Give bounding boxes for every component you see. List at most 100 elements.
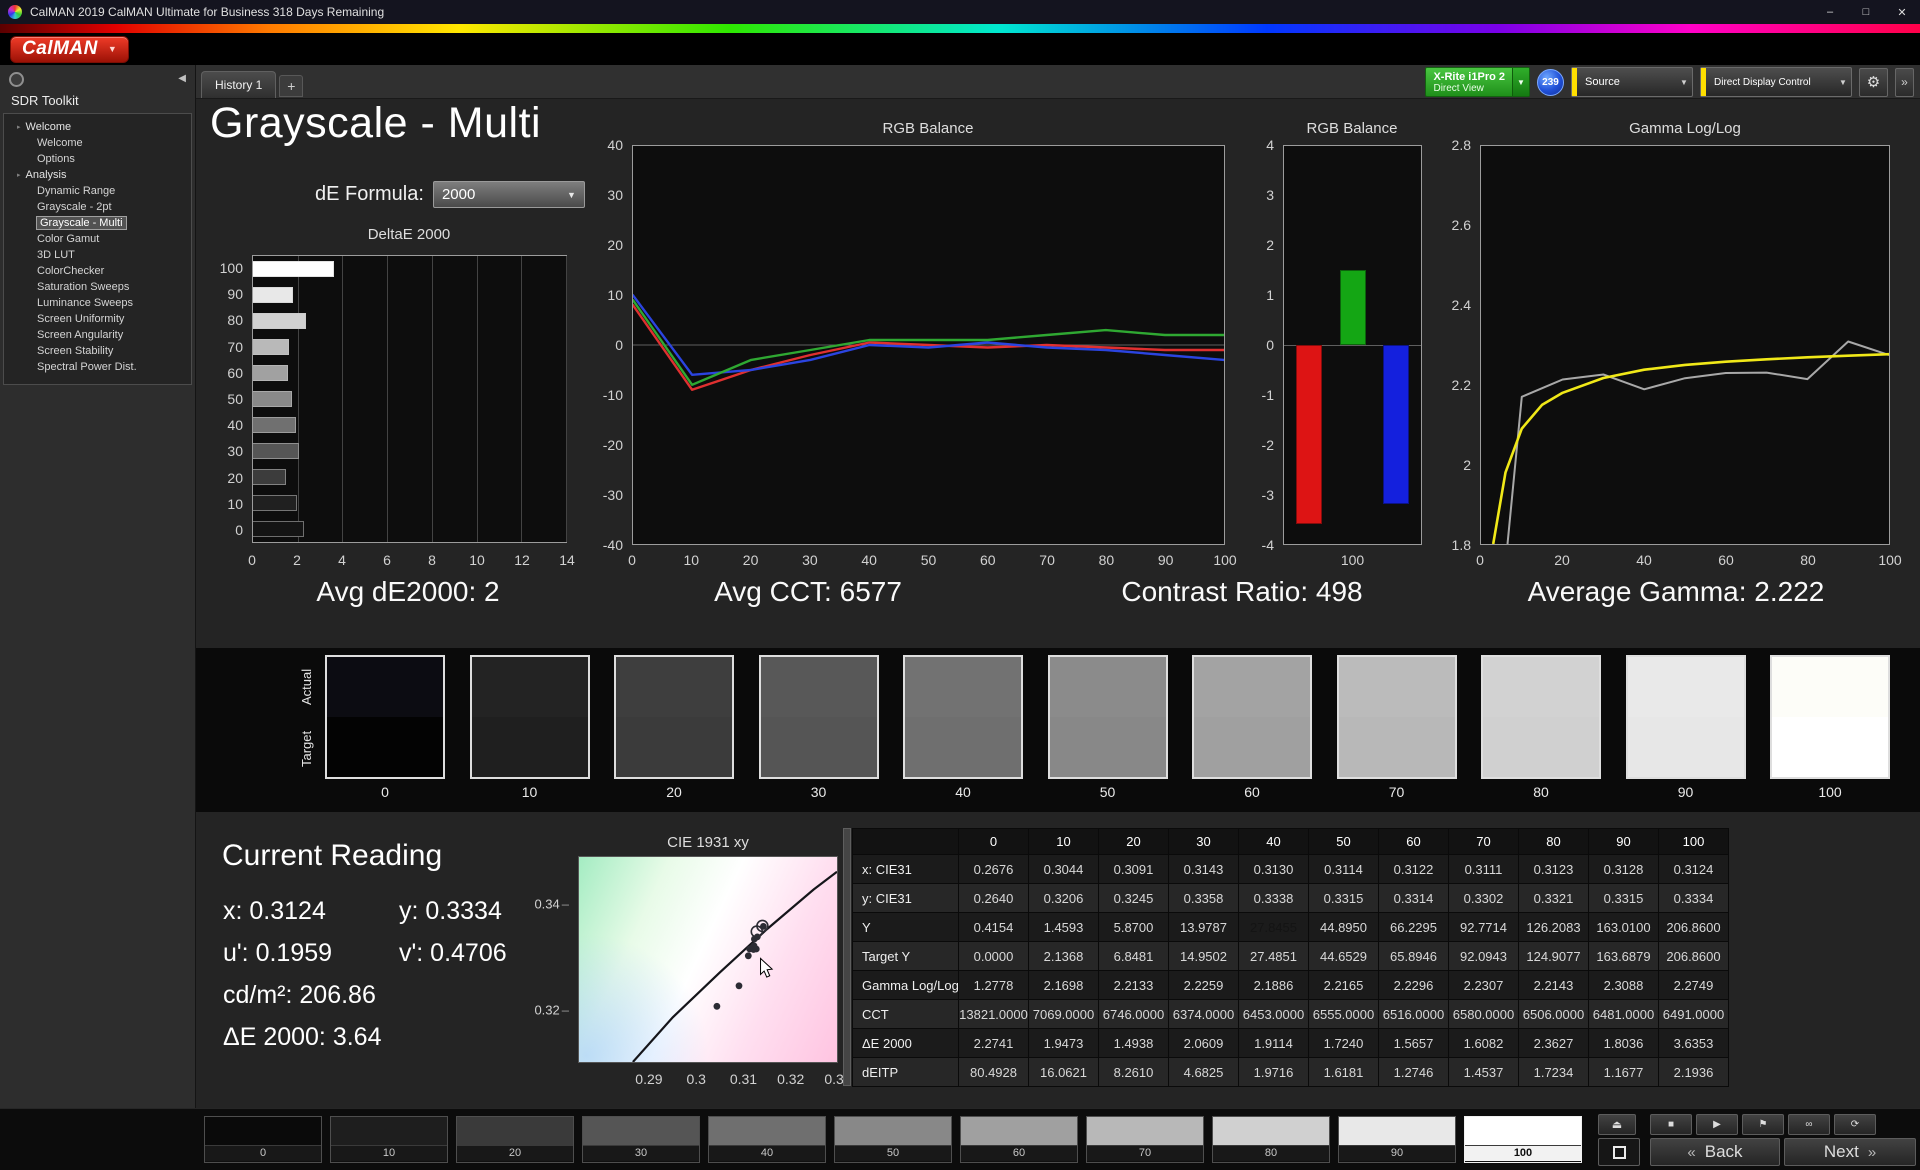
- loop-button[interactable]: ∞: [1788, 1114, 1830, 1135]
- table-header-row: 0 10 20 30 40 50 60 70 80 90 100: [853, 829, 1729, 855]
- table-cell: 0.3123: [1519, 855, 1589, 884]
- chevron-down-icon[interactable]: ▼: [1512, 68, 1529, 96]
- axis-tick-label: 12: [514, 552, 530, 568]
- target-row-label: Target: [299, 730, 314, 768]
- gridline: [566, 256, 567, 542]
- sidebar-item-screen-uniformity[interactable]: Screen Uniformity: [4, 311, 191, 327]
- patch-button-100[interactable]: 100: [1464, 1116, 1582, 1163]
- de-formula-select[interactable]: 2000 ▼: [432, 181, 585, 208]
- tab-history-1[interactable]: History 1: [201, 71, 277, 98]
- table-cell: 0.3091: [1099, 855, 1169, 884]
- tree-expand-icon[interactable]: ▸: [17, 123, 21, 131]
- play-button[interactable]: ▶: [1696, 1114, 1738, 1135]
- patch-button-70[interactable]: 70: [1086, 1116, 1204, 1163]
- sidebar-item-grayscale-2pt[interactable]: Grayscale - 2pt: [4, 199, 191, 215]
- sidebar-item-3d-lut[interactable]: 3D LUT: [4, 247, 191, 263]
- table-cell: 2.3088: [1589, 971, 1659, 1000]
- table-cell: 6491.0000: [1659, 1000, 1729, 1029]
- chevron-down-icon[interactable]: ▼: [1676, 78, 1692, 87]
- meter-dropdown[interactable]: X-Rite i1Pro 2 Direct View ▼: [1425, 67, 1530, 97]
- panel-expand-icon[interactable]: »: [1895, 67, 1914, 97]
- patch-button-30[interactable]: 30: [582, 1116, 700, 1163]
- patch-button-20[interactable]: 20: [456, 1116, 574, 1163]
- patch-button-0[interactable]: 0: [204, 1116, 322, 1163]
- sidebar-item-dynamic-range[interactable]: Dynamic Range: [4, 183, 191, 199]
- sidebar-item-luminance-sweeps[interactable]: Luminance Sweeps: [4, 295, 191, 311]
- deltae-bar: [253, 287, 294, 303]
- logo-text: CalMAN: [22, 38, 98, 59]
- table-cell: 0.2676: [959, 855, 1029, 884]
- flag-icon: ⚑: [1758, 1119, 1768, 1130]
- table-row-label: ΔE 2000: [853, 1029, 959, 1058]
- patch-button-40[interactable]: 40: [708, 1116, 826, 1163]
- next-button[interactable]: Next »: [1784, 1138, 1916, 1166]
- pattern-window-button[interactable]: [1598, 1138, 1640, 1166]
- sidebar-item-spectral-power-dist-[interactable]: Spectral Power Dist.: [4, 359, 191, 375]
- logo-menu-arrow-icon[interactable]: ▼: [108, 44, 117, 54]
- cie-plot: [578, 856, 838, 1063]
- patch-actual: [1483, 657, 1599, 717]
- chevron-down-icon: ▼: [567, 189, 576, 200]
- axis-tick-label: 2.4: [1451, 297, 1471, 313]
- sidebar-item-grayscale-multi[interactable]: Grayscale - Multi: [4, 215, 191, 231]
- axis-tick-label: -1: [1261, 387, 1274, 403]
- sidebar-item-colorchecker[interactable]: ColorChecker: [4, 263, 191, 279]
- table-cell: 0.3206: [1029, 884, 1099, 913]
- tree-section-label: Welcome: [25, 121, 72, 133]
- window-buttons: – □ ✕: [1812, 0, 1920, 24]
- add-tab-button[interactable]: +: [279, 75, 304, 97]
- sidebar-item-screen-stability[interactable]: Screen Stability: [4, 343, 191, 359]
- sidebar-item-saturation-sweeps[interactable]: Saturation Sweeps: [4, 279, 191, 295]
- sidebar-item-screen-angularity[interactable]: Screen Angularity: [4, 327, 191, 343]
- series-blue: [633, 294, 1224, 377]
- patch-button-50[interactable]: 50: [834, 1116, 952, 1163]
- patch-level-label: 80: [1533, 784, 1549, 800]
- patch-target: [1194, 717, 1310, 777]
- chevron-down-icon[interactable]: ▼: [1835, 78, 1851, 87]
- maximize-button[interactable]: □: [1848, 0, 1884, 24]
- axis-tick-label: 60: [980, 552, 996, 568]
- axis-tick-label: 60: [1718, 552, 1734, 568]
- patch-button-60[interactable]: 60: [960, 1116, 1078, 1163]
- tree-section[interactable]: ▸ Analysis: [4, 167, 191, 183]
- minimize-button[interactable]: –: [1812, 0, 1848, 24]
- eject-button[interactable]: ⏏: [1598, 1114, 1636, 1135]
- table-cell: 2.2133: [1099, 971, 1169, 1000]
- table-cell: 27.8455: [1239, 913, 1309, 942]
- table-cell: 3.6353: [1659, 1029, 1729, 1058]
- meter-count-badge[interactable]: 239: [1537, 68, 1564, 96]
- table-cell: 163.0100: [1589, 913, 1659, 942]
- table-column-header: 80: [1519, 829, 1589, 855]
- gear-icon[interactable]: ⚙: [1859, 67, 1888, 97]
- source-dropdown[interactable]: Source ▼: [1571, 67, 1693, 97]
- deltae-y-axis: 100 90 80 70 60 50 40 30 20 10 0: [196, 255, 248, 543]
- axis-tick-label: 0.32: [534, 1002, 569, 1017]
- table-scrollbar[interactable]: [843, 828, 851, 1086]
- sidebar-title: SDR Toolkit: [11, 93, 79, 108]
- tree-item-label: Screen Uniformity: [37, 313, 125, 325]
- table-cell: 2.3627: [1519, 1029, 1589, 1058]
- sidebar-item-options[interactable]: Options: [4, 151, 191, 167]
- refresh-button[interactable]: ⟳: [1834, 1114, 1876, 1135]
- table-cell: 0.0000: [959, 942, 1029, 971]
- tree-section[interactable]: ▸ Welcome: [4, 119, 191, 135]
- close-button[interactable]: ✕: [1884, 0, 1920, 24]
- table-cell: 0.3338: [1239, 884, 1309, 913]
- calman-logo[interactable]: CalMAN ▼: [10, 35, 129, 63]
- patch-button-label: 100: [1465, 1146, 1581, 1161]
- sidebar-item-welcome[interactable]: Welcome: [4, 135, 191, 151]
- axis-tick-label: 20: [607, 237, 623, 253]
- flag-button[interactable]: ⚑: [1742, 1114, 1784, 1135]
- sidebar-item-color-gamut[interactable]: Color Gamut: [4, 231, 191, 247]
- meter-name: X-Rite i1Pro 2: [1433, 71, 1505, 83]
- display-control-dropdown[interactable]: Direct Display Control ▼: [1700, 67, 1852, 97]
- back-button[interactable]: « Back: [1650, 1138, 1780, 1166]
- patch-button-10[interactable]: 10: [330, 1116, 448, 1163]
- panel-dot-button[interactable]: [9, 72, 24, 87]
- sidebar-collapse-icon[interactable]: ◀: [178, 73, 186, 84]
- tree-expand-icon[interactable]: ▸: [17, 171, 21, 179]
- patch-button-90[interactable]: 90: [1338, 1116, 1456, 1163]
- patch-button-80[interactable]: 80: [1212, 1116, 1330, 1163]
- table-cell: 0.3314: [1379, 884, 1449, 913]
- stop-button[interactable]: ■: [1650, 1114, 1692, 1135]
